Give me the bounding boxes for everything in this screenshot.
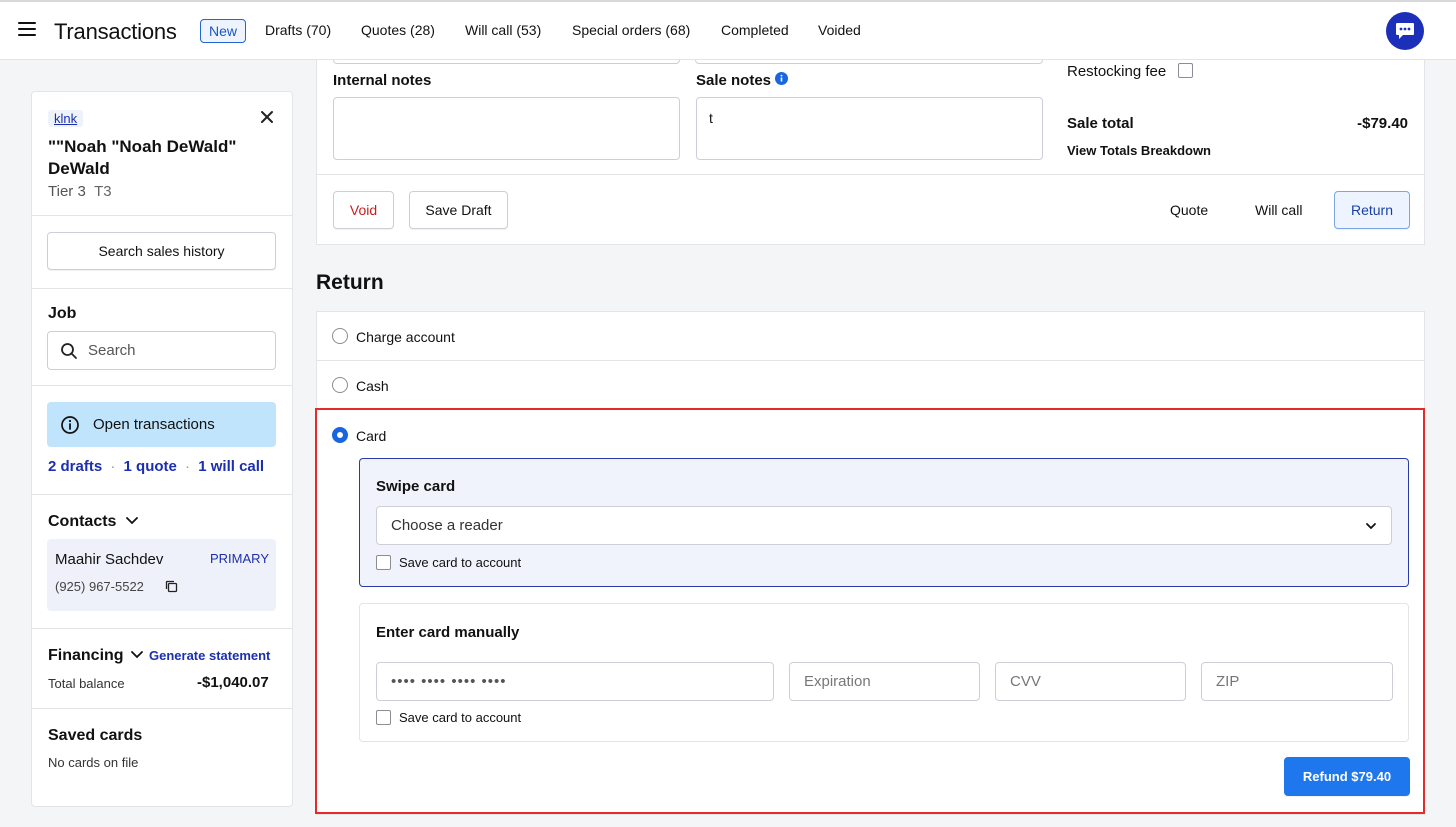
sale-notes-label: Sale notes [696, 72, 789, 89]
tab-will-call[interactable]: Will call (53) [465, 22, 541, 38]
tab-new[interactable]: New [200, 19, 247, 43]
saved-cards-section: Saved cards No cards on file [32, 709, 292, 807]
financing-toggle[interactable]: Financing [48, 647, 144, 665]
info-icon [775, 72, 789, 85]
chat-bubble-icon [1396, 23, 1414, 39]
zip-input[interactable]: ZIP [1201, 662, 1393, 701]
card-radio[interactable] [332, 427, 348, 443]
search-icon [61, 343, 77, 359]
quote-link[interactable]: 1 quote [124, 458, 177, 475]
tab-quotes[interactable]: Quotes (28) [361, 22, 435, 38]
copy-icon[interactable] [165, 580, 178, 593]
internal-notes-textarea[interactable] [333, 97, 680, 160]
search-history-section: Search sales history [32, 216, 292, 289]
tab-special-orders[interactable]: Special orders (68) [572, 22, 690, 38]
charge-account-label: Charge account [356, 329, 455, 345]
manual-card-heading: Enter card manually [376, 624, 520, 641]
chat-button[interactable] [1386, 12, 1424, 50]
internal-notes-label: Internal notes [333, 72, 432, 89]
chevron-down-icon [126, 517, 138, 525]
sale-details-panel: Internal notes Sale notes t Restocking f… [316, 60, 1425, 245]
contact-name: Maahir Sachdev [55, 551, 164, 568]
quote-button[interactable]: Quote [1170, 202, 1208, 218]
open-transactions-banner[interactable]: Open transactions [47, 402, 276, 447]
contact-card: Maahir Sachdev PRIMARY (925) 967-5522 [47, 539, 276, 611]
hamburger-menu-icon[interactable] [18, 22, 38, 38]
field-bottom-edge [695, 60, 1043, 64]
card-label: Card [356, 428, 387, 444]
saved-cards-heading: Saved cards [48, 727, 143, 744]
customer-tier: Tier 3 T3 [48, 183, 112, 200]
open-transactions-label: Open transactions [93, 416, 215, 433]
separator: · [185, 458, 191, 475]
generate-statement-link[interactable]: Generate statement [149, 648, 270, 663]
swipe-card-panel: Swipe card Choose a reader Save card to … [359, 458, 1409, 587]
job-search-input[interactable]: Search [47, 331, 276, 370]
job-heading: Job [48, 305, 77, 322]
swipe-card-heading: Swipe card [376, 478, 456, 495]
open-transactions-section: Open transactions 2 drafts · 1 quote · 1… [32, 386, 292, 495]
chevron-down-icon [1366, 523, 1376, 530]
charge-account-radio[interactable] [332, 328, 348, 344]
void-button[interactable]: Void [333, 191, 394, 229]
customer-header: klnk ""Noah "Noah DeWald" DeWald Tier 3 … [32, 92, 292, 216]
will-call-link[interactable]: 1 will call [198, 458, 264, 475]
no-cards-text: No cards on file [48, 755, 139, 770]
sale-total-value: -$79.40 [1357, 115, 1408, 132]
card-number-input[interactable]: •••• •••• •••• •••• [376, 662, 774, 701]
manual-card-panel: Enter card manually •••• •••• •••• •••• … [359, 603, 1409, 742]
open-transactions-links: 2 drafts · 1 quote · 1 will call [48, 458, 264, 475]
card-reader-select[interactable]: Choose a reader [376, 506, 1392, 545]
sale-total-label: Sale total [1067, 115, 1134, 132]
card-payment-section: Card Swipe card Choose a reader Save car… [315, 408, 1425, 814]
financing-section: Financing Generate statement Total balan… [32, 629, 292, 709]
manual-save-card-label: Save card to account [399, 710, 522, 725]
swipe-save-card-label: Save card to account [399, 555, 522, 570]
tab-drafts[interactable]: Drafts (70) [265, 22, 331, 38]
restocking-fee-checkbox[interactable] [1178, 63, 1193, 78]
cvv-input[interactable]: CVV [995, 662, 1186, 701]
contact-phone: (925) 967-5522 [55, 579, 144, 594]
info-icon [61, 416, 79, 434]
search-sales-history-button[interactable]: Search sales history [47, 232, 276, 270]
cash-label: Cash [356, 378, 389, 394]
tab-voided[interactable]: Voided [818, 22, 861, 38]
divider [317, 360, 1424, 361]
restocking-fee-label: Restocking fee [1067, 63, 1167, 80]
refund-button[interactable]: Refund $79.40 [1284, 757, 1410, 796]
page-title: Transactions [54, 19, 177, 44]
swipe-save-card-checkbox[interactable] [376, 555, 391, 570]
save-draft-button[interactable]: Save Draft [409, 191, 508, 229]
expiration-input[interactable]: Expiration [789, 662, 980, 701]
view-totals-breakdown-link[interactable]: View Totals Breakdown [1067, 143, 1211, 158]
customer-name: ""Noah "Noah DeWald" DeWald [48, 137, 237, 178]
top-bar: Transactions New Drafts (70) Quotes (28)… [0, 0, 1456, 60]
close-icon[interactable] [258, 108, 276, 126]
contacts-toggle[interactable]: Contacts [48, 513, 139, 531]
total-balance-value: -$1,040.07 [197, 674, 269, 691]
contacts-section: Contacts Maahir Sachdev PRIMARY (925) 96… [32, 495, 292, 629]
sale-notes-textarea[interactable]: t [696, 97, 1043, 160]
drafts-link[interactable]: 2 drafts [48, 458, 102, 475]
will-call-button[interactable]: Will call [1255, 202, 1302, 218]
field-bottom-edge [333, 60, 680, 64]
separator: · [110, 458, 116, 475]
chevron-down-icon [131, 651, 143, 659]
return-button[interactable]: Return [1334, 191, 1410, 229]
manual-save-card-checkbox[interactable] [376, 710, 391, 725]
customer-tag[interactable]: klnk [48, 110, 84, 127]
total-balance-label: Total balance [48, 676, 125, 691]
return-heading: Return [316, 271, 384, 294]
customer-sidebar: klnk ""Noah "Noah DeWald" DeWald Tier 3 … [31, 91, 293, 807]
job-section: Job Search [32, 289, 292, 386]
cash-radio[interactable] [332, 377, 348, 393]
primary-badge: PRIMARY [210, 551, 269, 566]
divider [317, 174, 1424, 175]
tab-completed[interactable]: Completed [721, 22, 789, 38]
